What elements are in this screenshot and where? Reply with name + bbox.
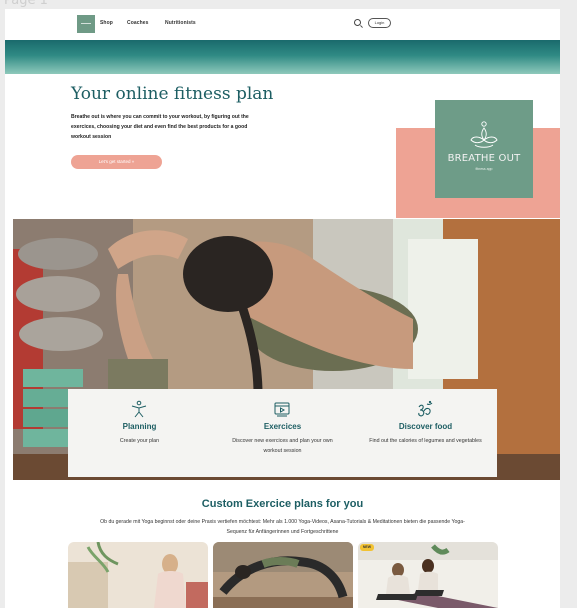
plan-thumbnail-new[interactable]: NEW [358, 542, 498, 608]
yoga-woman-image [68, 542, 208, 608]
get-started-button[interactable]: Let's get started » [71, 155, 162, 169]
page-label: Page 1 [4, 0, 48, 8]
plan-thumbnail[interactable] [213, 542, 353, 608]
person-stretch-icon [131, 400, 147, 418]
feature-exercices[interactable]: Exercices Discover new exercices and pla… [211, 389, 354, 477]
feature-planning[interactable]: Planning Create your plan [68, 389, 211, 477]
om-symbol-icon [418, 400, 433, 417]
landing-page: Shop Coaches Nutritionists Login Your on… [5, 9, 560, 608]
features-card: Planning Create your plan Exercices Disc… [68, 389, 497, 477]
header-banner [5, 40, 560, 74]
feature-discover-food[interactable]: Discover food Find out the calories of l… [354, 389, 497, 477]
video-playlist-icon [274, 402, 290, 417]
brand-name: BREATHE OUT [447, 153, 521, 164]
feature-description: Discover new exercices and plan your own… [232, 438, 333, 454]
feature-description: Find out the calories of legumes and veg… [369, 438, 482, 444]
yoga-pair-image [358, 542, 498, 608]
brand-tagline: fitness app [475, 167, 493, 171]
nav-link-nutritionists[interactable]: Nutritionists [165, 20, 196, 26]
hero-description: Breathe out is where you can commit to y… [71, 114, 249, 140]
feature-title: Exercices [263, 422, 302, 431]
nav-logo[interactable] [77, 15, 95, 33]
lotus-meditation-icon [470, 121, 498, 148]
plans-description: Ob du gerade mit Yoga beginnst oder dein… [100, 519, 465, 535]
plan-thumbnail[interactable] [68, 542, 208, 608]
login-button[interactable]: Login [368, 18, 391, 28]
hero-title: Your online fitness plan [71, 84, 274, 104]
brand-logo-box: BREATHE OUT fitness app [435, 100, 533, 198]
feature-description: Create your plan [119, 438, 160, 444]
search-icon[interactable] [354, 19, 361, 26]
top-nav: Shop Coaches Nutritionists Login [5, 9, 560, 40]
new-badge: NEW [360, 544, 374, 551]
nav-link-shop[interactable]: Shop [100, 20, 113, 26]
yoga-backbend-image [213, 542, 353, 608]
nav-link-coaches[interactable]: Coaches [127, 20, 149, 26]
feature-title: Planning [122, 422, 157, 431]
feature-title: Discover food [398, 422, 453, 431]
plans-title: Custom Exercice plans for you [201, 498, 364, 510]
